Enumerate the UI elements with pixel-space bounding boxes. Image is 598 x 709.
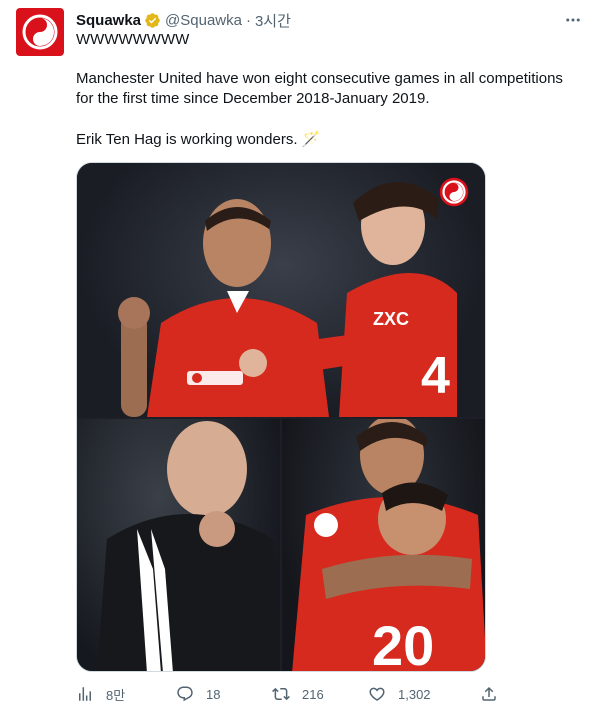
share-icon [482,686,496,701]
squawka-logo-icon [22,14,58,50]
author-avatar[interactable] [16,8,64,56]
svg-text:ZXC: ZXC [373,309,409,329]
author-display-name[interactable]: Squawka [76,12,141,29]
more-icon [566,18,580,22]
photo-players-celebrating: ZXC 4 [118,181,457,417]
tweet-media-grid[interactable]: ZXC 4 20 [76,162,486,672]
share-button[interactable] [480,683,498,705]
heart-icon [369,687,385,701]
retweet-button[interactable]: 216 [272,683,324,705]
tweet-text-line: Manchester United have won eight consecu… [76,70,563,87]
tweet-text-paragraph: Manchester United have won eight consecu… [76,69,576,109]
verified-badge-icon [145,12,160,28]
tweet-actions: 8만 18 216 1,302 [76,683,506,705]
tweet-timestamp[interactable]: 3시간 [255,10,291,31]
views-count: 8만 [106,687,126,703]
tweet-header: Squawka @Squawka · 3시간 [76,10,291,30]
like-count: 1,302 [398,686,431,702]
photo-players-hugging: 20 [292,419,485,672]
reply-count: 18 [206,686,221,702]
media-photo[interactable]: ZXC 4 [77,163,485,417]
tweet-text-line: WWWWWWWW [76,31,190,48]
author-handle[interactable]: @Squawka [165,12,242,29]
squawka-watermark-icon [439,177,469,207]
analytics-icon [79,687,91,701]
photo-manager-thinking [97,421,280,671]
media-photo[interactable] [77,419,280,671]
header-separator: · [245,11,251,29]
retweet-count: 216 [302,686,324,702]
media-photo[interactable]: 20 [282,419,485,672]
svg-text:4: 4 [421,347,450,405]
reply-button[interactable]: 18 [176,683,220,705]
svg-text:20: 20 [372,614,434,672]
reply-icon [177,686,193,702]
like-button[interactable]: 1,302 [368,683,431,705]
tweet-card[interactable]: Squawka @Squawka · 3시간 WWWWWWWW Manchest… [0,0,598,709]
views-button[interactable]: 8만 [76,683,125,705]
tweet-text-line: for the first time since December 2018-J… [76,90,430,107]
more-options-button[interactable] [562,10,584,30]
retweet-icon [272,687,290,701]
tweet-text-line: Erik Ten Hag is working wonders. 🪄 [76,131,321,148]
